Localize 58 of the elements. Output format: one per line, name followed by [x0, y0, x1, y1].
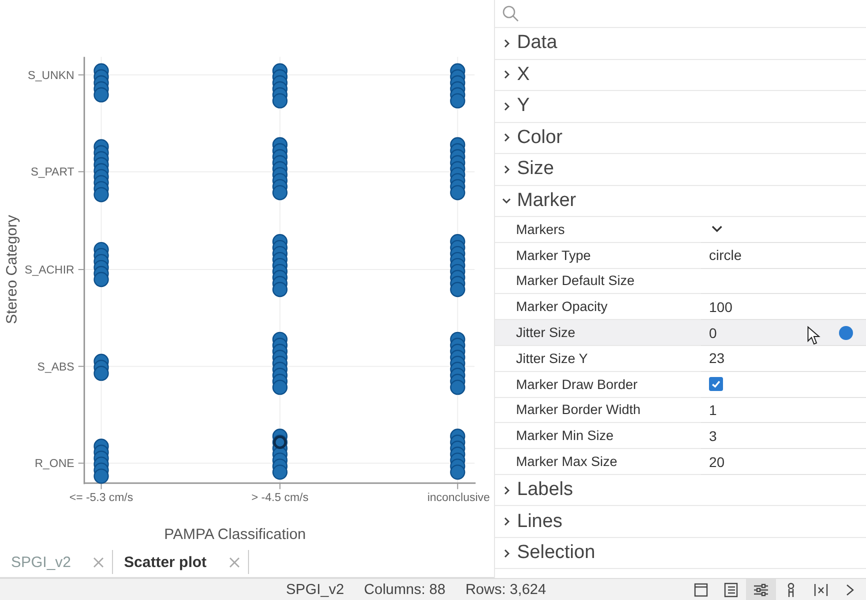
chevron-right-icon	[502, 70, 511, 80]
section-header[interactable]: Color	[495, 122, 866, 154]
section-header[interactable]: Lines	[495, 506, 866, 538]
y-tick-label: S_ACHIR	[24, 264, 74, 277]
x-tick-label: inconclusive	[427, 492, 490, 504]
x-axis-title: PAMPA Classification	[164, 526, 306, 544]
property-field[interactable]: 1	[709, 402, 799, 418]
checkbox[interactable]	[709, 377, 723, 392]
section-header[interactable]: Data	[495, 28, 866, 60]
y-tick-label: S_PART	[30, 166, 74, 179]
document-tab[interactable]: Scatter plot	[124, 554, 219, 571]
property-field[interactable]: 20	[709, 454, 799, 470]
property-label: Marker Border Width	[495, 398, 701, 424]
property-label: Markers	[495, 217, 701, 243]
list-icon	[723, 582, 739, 598]
chevron-right-icon	[502, 486, 511, 495]
x-tick-label: <= -5.3 cm/s	[69, 492, 134, 504]
status-text: SPGI_v2	[286, 582, 344, 598]
y-tick-label: S_UNKN	[28, 70, 74, 82]
sliders-icon	[753, 582, 769, 598]
dropdown-caret-icon[interactable]	[711, 225, 723, 234]
x-tick-label: > -4.5 cm/s	[251, 492, 308, 504]
y-tick-label: S_ABS	[37, 361, 74, 374]
section-header[interactable]: Selection	[495, 538, 866, 570]
chevron-right-icon	[502, 164, 511, 174]
y-axis-title: Stereo Category	[3, 215, 20, 324]
property-label: Marker Max Size	[495, 449, 701, 475]
chevron-right-icon	[502, 102, 511, 111]
property-field[interactable]: circle	[709, 247, 799, 264]
panel-icon	[693, 582, 709, 598]
property-label: Jitter Size Y	[495, 346, 701, 372]
property-label: Marker Type	[495, 242, 701, 269]
property-label: Marker Default Size	[495, 268, 701, 294]
section-header[interactable]: Y	[495, 91, 866, 122]
section-header[interactable]: Labels	[495, 474, 866, 506]
y-tick-label: R_ONE	[34, 458, 74, 470]
property-label: Marker Draw Border	[495, 372, 701, 398]
property-field[interactable]: 3	[709, 428, 799, 444]
status-text: Rows: 3,624	[465, 582, 546, 598]
chevron-right-icon	[502, 517, 511, 526]
property-field[interactable]: 100	[709, 298, 799, 315]
toolbar-button[interactable]	[746, 579, 776, 600]
status-text: Columns: 88	[364, 582, 446, 598]
chevron-right-icon	[502, 548, 511, 558]
chevron-right-icon	[502, 38, 511, 48]
property-label: Jitter Size	[495, 320, 701, 346]
section-header[interactable]: Size	[495, 154, 866, 186]
property-field[interactable]: 0	[709, 324, 799, 341]
section-header[interactable]: X	[495, 60, 866, 91]
mouse-cursor-icon	[807, 326, 821, 346]
chevron-right-icon	[502, 133, 511, 142]
property-field[interactable]: 23	[709, 350, 799, 366]
chevron-down-icon	[502, 196, 511, 206]
search-icon	[502, 4, 520, 22]
variable-icon	[813, 582, 829, 598]
property-label: Marker Min Size	[495, 423, 701, 450]
section-header[interactable]: Marker	[495, 186, 866, 217]
dot-icon[interactable]	[839, 326, 853, 340]
